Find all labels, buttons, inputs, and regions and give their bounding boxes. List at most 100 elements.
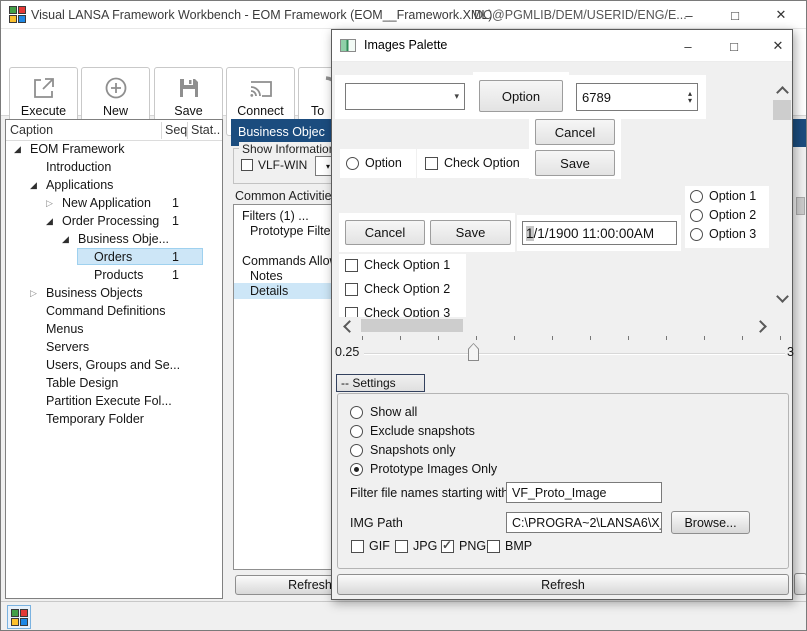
option3-radio[interactable]	[690, 228, 703, 241]
tree-row[interactable]: Partition Execute Fol...	[11, 392, 222, 410]
refresh-button[interactable]: Refresh	[337, 574, 789, 595]
combo-caret-icon[interactable]: ▾	[454, 91, 459, 102]
dialog-maximize-button[interactable]: □	[714, 30, 754, 62]
palette-icon	[11, 609, 28, 626]
list-item[interactable]: Prototype Filter	[250, 224, 335, 239]
tree-row[interactable]: Introduction	[11, 158, 222, 176]
gif-checkbox[interactable]	[351, 540, 364, 553]
expander-open-icon[interactable]: ◢	[46, 212, 53, 230]
jpg-checkbox[interactable]	[395, 540, 408, 553]
list-item-selected[interactable]: Details	[250, 284, 288, 299]
check-option3-checkbox[interactable]	[345, 307, 358, 317]
list-item[interactable]: Commands Allowed	[242, 254, 337, 269]
list-item[interactable]: Filters (1) ...	[242, 209, 309, 224]
common-activities-label: Common Activities	[235, 189, 338, 203]
expander-closed-icon[interactable]: ▷	[30, 284, 37, 302]
tree-row[interactable]: Command Definitions	[11, 302, 222, 320]
dialog-minimize-button[interactable]: –	[668, 30, 708, 62]
settings-toggle-button[interactable]: -- Settings	[336, 374, 425, 392]
dialog-close-button[interactable]: ✕	[758, 30, 798, 62]
tree-row[interactable]: Products 1	[11, 266, 222, 284]
tree-row[interactable]: ◢ Order Processing 1	[11, 212, 222, 230]
slider-track[interactable]	[364, 353, 785, 355]
right-panel-button-sliver	[794, 573, 807, 595]
column-divider[interactable]	[161, 122, 162, 139]
option1-radio[interactable]	[690, 190, 703, 203]
horizontal-scrollbar-thumb[interactable]	[361, 319, 463, 332]
show-all-radio[interactable]	[350, 406, 363, 419]
tree-row[interactable]: ▷ Business Objects	[11, 284, 222, 302]
scrollbar-thumb[interactable]	[796, 197, 805, 215]
option-button[interactable]: Option	[479, 80, 563, 112]
column-caption[interactable]: Caption	[10, 123, 53, 137]
maximize-button[interactable]: □	[713, 1, 757, 29]
filter-input[interactable]: VF_Proto_Image	[506, 482, 662, 503]
column-seq[interactable]: Seq	[165, 123, 187, 137]
tree-row[interactable]: Servers	[11, 338, 222, 356]
tree-column-header[interactable]: Caption Seq Stat..	[6, 120, 222, 141]
window-title: Visual LANSA Framework Workbench - EOM F…	[31, 8, 492, 22]
cancel-button[interactable]: Cancel	[535, 119, 615, 145]
datetime-field[interactable]: 1/1/1900 11:00:00AM	[522, 221, 677, 245]
save-button[interactable]: Save	[535, 150, 615, 176]
png-checkbox[interactable]: ✓	[441, 540, 454, 553]
new-icon	[103, 75, 129, 101]
execute-icon	[31, 75, 57, 101]
column-divider[interactable]	[187, 122, 188, 139]
tree-row[interactable]: Temporary Folder	[11, 410, 222, 428]
check-option-checkbox[interactable]	[425, 157, 438, 170]
browse-button[interactable]: Browse...	[671, 511, 750, 534]
workbench-taskbar-icon[interactable]	[7, 605, 31, 629]
expander-open-icon[interactable]: ◢	[30, 176, 37, 194]
list-item[interactable]: Notes	[250, 269, 283, 284]
tree-row[interactable]: Users, Groups and Se...	[11, 356, 222, 374]
framework-tree-panel: Caption Seq Stat.. ◢ EOM Framework Intro…	[5, 119, 223, 599]
minimize-button[interactable]: –	[667, 1, 711, 29]
settings-group: Show all Exclude snapshots Snapshots onl…	[337, 393, 789, 569]
expander-open-icon[interactable]: ◢	[62, 230, 69, 248]
tree-row[interactable]: ◢ Business Obje...	[11, 230, 222, 248]
scroll-down-icon[interactable]	[776, 290, 789, 303]
img-path-input[interactable]: C:\PROGRA~2\LANSA6\X_WIN9	[506, 512, 662, 533]
bmp-checkbox[interactable]	[487, 540, 500, 553]
filter-label: Filter file names starting with	[350, 486, 508, 500]
option-radio[interactable]	[346, 157, 359, 170]
scroll-left-icon[interactable]	[343, 320, 356, 333]
check-option2-checkbox[interactable]	[345, 283, 358, 296]
snapshots-only-radio[interactable]	[350, 444, 363, 457]
tree-row[interactable]: ▷ New Application 1	[11, 194, 222, 212]
spin-down-icon[interactable]: ▾	[688, 97, 692, 104]
tree-row[interactable]: ◢ EOM Framework	[11, 140, 222, 158]
tree-row-selected[interactable]: Orders 1	[11, 248, 222, 266]
images-palette-dialog: Images Palette – □ ✕ ▾ Option 6789 ▴ ▾ C…	[331, 29, 793, 600]
dialog-titlebar: Images Palette – □ ✕	[332, 30, 792, 62]
session-info: DC@PGMLIB/DEM/USERID/ENG/E...	[474, 8, 687, 22]
vertical-scrollbar-thumb[interactable]	[773, 100, 791, 120]
save-icon	[176, 75, 202, 101]
scroll-right-icon[interactable]	[754, 320, 767, 333]
check-group-card: Check Option 1 Check Option 2 Check Opti…	[339, 254, 466, 317]
slider-thumb[interactable]	[468, 343, 479, 361]
vlf-win-checkbox[interactable]	[241, 159, 253, 171]
option2-radio[interactable]	[690, 209, 703, 222]
tree-row[interactable]: Menus	[11, 320, 222, 338]
scroll-up-icon[interactable]	[776, 86, 789, 99]
img-path-label: IMG Path	[350, 516, 403, 530]
column-status[interactable]: Stat..	[191, 123, 220, 137]
exclude-snapshots-radio[interactable]	[350, 425, 363, 438]
main-titlebar: Visual LANSA Framework Workbench - EOM F…	[1, 1, 807, 29]
status-bar	[1, 601, 807, 631]
palette-combobox[interactable]: ▾	[345, 83, 465, 110]
expander-open-icon[interactable]: ◢	[14, 140, 21, 158]
spinner-field[interactable]: 6789 ▴ ▾	[576, 83, 698, 111]
prototype-images-only-radio[interactable]	[350, 463, 363, 476]
close-button[interactable]: ✕	[759, 1, 803, 29]
check-option1-checkbox[interactable]	[345, 259, 358, 272]
common-activities-list: Filters (1) ... Prototype Filter Command…	[233, 204, 337, 570]
expander-closed-icon[interactable]: ▷	[46, 194, 53, 212]
slider-max-label: 3	[787, 345, 794, 359]
save-button-2[interactable]: Save	[430, 220, 511, 245]
cancel-button-2[interactable]: Cancel	[345, 220, 425, 245]
tree-row[interactable]: Table Design	[11, 374, 222, 392]
tree-row[interactable]: ◢ Applications	[11, 176, 222, 194]
